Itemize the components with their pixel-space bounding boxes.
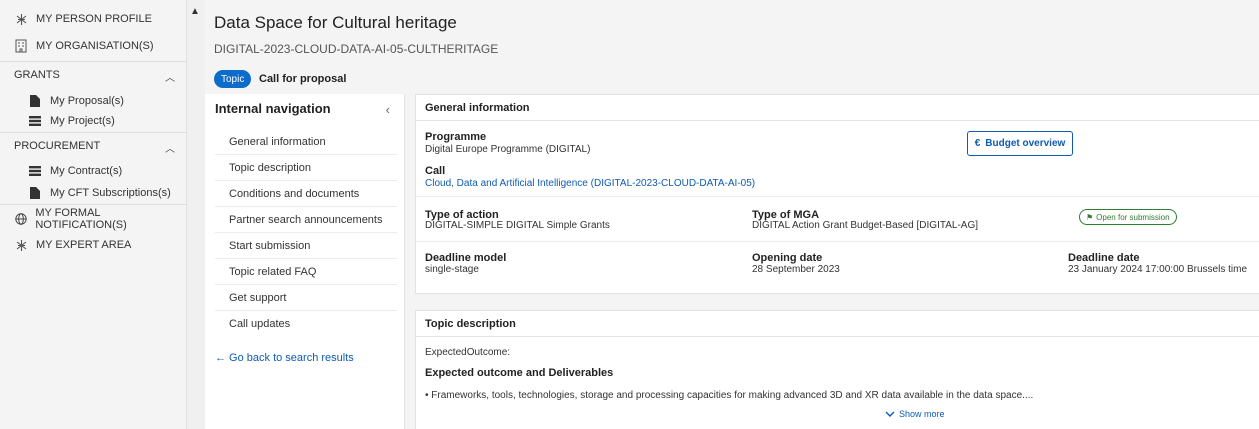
chevron-down-icon (885, 411, 895, 417)
list-icon (28, 114, 42, 128)
nav-item-call-updates[interactable]: Call updates (215, 311, 397, 337)
topic-type-label: Call for proposal (259, 73, 347, 85)
sidebar-item-label: MY PERSON PROFILE (36, 13, 152, 25)
sidebar-item-organisation[interactable]: MY ORGANISATION(S) (0, 33, 187, 59)
type-of-action-value: DIGITAL-SIMPLE DIGITAL Simple Grants (425, 220, 610, 231)
programme-label: Programme (425, 131, 487, 143)
expected-outcome-heading: Expected outcome and Deliverables (425, 367, 614, 379)
sidebar-divider (0, 204, 187, 205)
sidebar-item-my-contracts[interactable]: My Contract(s) (0, 161, 187, 180)
show-more-label: Show more (899, 409, 945, 419)
sidebar-item-my-projects[interactable]: My Project(s) (0, 111, 187, 130)
sidebar-item-my-cft-subscriptions[interactable]: My CFT Subscriptions(s) (0, 183, 187, 202)
chevron-up-icon: ︿ (165, 73, 175, 84)
nav-item-partner-search[interactable]: Partner search announcements (215, 207, 397, 233)
person-profile-icon (14, 12, 28, 26)
deadline-date-label: Deadline date (1068, 252, 1140, 264)
topic-badge: Topic (214, 70, 252, 88)
divider (416, 241, 1259, 242)
call-link[interactable]: Cloud, Data and Artificial Intelligence … (425, 178, 755, 189)
call-label: Call (425, 165, 446, 177)
opening-date-value: 28 September 2023 (752, 264, 840, 275)
deadline-date-value: 23 January 2024 17:00:00 Brussels time (1068, 264, 1247, 275)
budget-overview-label: Budget overview (985, 138, 1066, 149)
topic-identifier: DIGITAL-2023-CLOUD-DATA-AI-05-CULTHERITA… (214, 42, 499, 56)
chevron-up-icon: ︿ (165, 144, 175, 155)
expected-outcome-label: ExpectedOutcome: (425, 347, 511, 358)
sidebar-group-label: PROCUREMENT (14, 139, 101, 152)
back-to-search-link[interactable]: ← Go back to search results (215, 352, 354, 364)
sidebar-item-label: My CFT Subscriptions(s) (50, 186, 171, 199)
sidebar-item-person-profile[interactable]: MY PERSON PROFILE (0, 6, 187, 32)
expert-area-icon (14, 238, 28, 252)
euro-icon: € (974, 138, 981, 149)
sidebar-item-label: My Project(s) (50, 114, 115, 127)
card-heading: Topic description (416, 311, 1259, 337)
budget-overview-button[interactable]: € Budget overview (967, 131, 1073, 156)
flag-icon: ⚑ (1086, 212, 1094, 222)
sidebar-group-label: GRANTS (14, 68, 60, 81)
show-more-link[interactable]: Show more (885, 409, 945, 419)
sidebar-group-grants[interactable]: GRANTS ︿ (0, 61, 187, 87)
type-of-mga-value: DIGITAL Action Grant Budget-Based [DIGIT… (752, 220, 979, 231)
sidebar-item-label: My Proposal(s) (50, 94, 124, 107)
nav-item-get-support[interactable]: Get support (215, 285, 397, 311)
globe-icon (14, 212, 27, 226)
left-sidebar: MY PERSON PROFILE MY ORGANISATION(S) GRA… (0, 0, 187, 429)
nav-item-general-information[interactable]: General information (215, 129, 397, 155)
general-information-card: General information Programme Digital Eu… (415, 94, 1259, 294)
nav-item-conditions-documents[interactable]: Conditions and documents (215, 181, 397, 207)
deadline-model-label: Deadline model (425, 252, 507, 264)
deadline-model-value: single-stage (425, 264, 479, 275)
programme-value: Digital Europe Programme (DIGITAL) (425, 144, 591, 155)
internal-navigation: Internal navigation ‹ General informatio… (205, 94, 405, 429)
list-icon (28, 164, 42, 178)
nav-item-topic-description[interactable]: Topic description (215, 155, 397, 181)
sidebar-item-label: MY FORMAL NOTIFICATION(S) (35, 207, 127, 231)
sidebar-group-procurement[interactable]: PROCUREMENT ︿ (0, 132, 187, 158)
page-title: Data Space for Cultural heritage (214, 13, 457, 32)
collapse-chevron-icon[interactable]: ‹ (386, 102, 390, 117)
nav-item-start-submission[interactable]: Start submission (215, 233, 397, 259)
status-badge: ⚑ Open for submission (1079, 209, 1177, 225)
scroll-up-icon[interactable]: ▲ (190, 6, 200, 17)
status-label: Open for submission (1096, 212, 1170, 222)
sidebar-item-label: MY EXPERT AREA (36, 239, 132, 251)
document-icon (28, 94, 42, 108)
nav-item-topic-faq[interactable]: Topic related FAQ (215, 259, 397, 285)
sidebar-item-label: My Contract(s) (50, 164, 123, 177)
building-icon (14, 39, 28, 53)
sidebar-scrollbar[interactable] (187, 0, 205, 429)
sidebar-item-expert-area[interactable]: MY EXPERT AREA (0, 232, 187, 258)
internal-navigation-title: Internal navigation (215, 101, 331, 116)
topic-description-card: Topic description ExpectedOutcome: Expec… (415, 310, 1259, 429)
divider (416, 196, 1259, 197)
sidebar-item-formal-notification[interactable]: MY FORMAL NOTIFICATION(S) (0, 206, 187, 232)
sidebar-item-my-proposals[interactable]: My Proposal(s) (0, 91, 187, 110)
opening-date-label: Opening date (752, 252, 823, 264)
topic-description-bullet: • Frameworks, tools, technologies, stora… (425, 390, 1034, 401)
document-icon (28, 186, 42, 200)
card-heading: General information (416, 95, 1259, 121)
sidebar-item-label: MY ORGANISATION(S) (36, 40, 154, 52)
